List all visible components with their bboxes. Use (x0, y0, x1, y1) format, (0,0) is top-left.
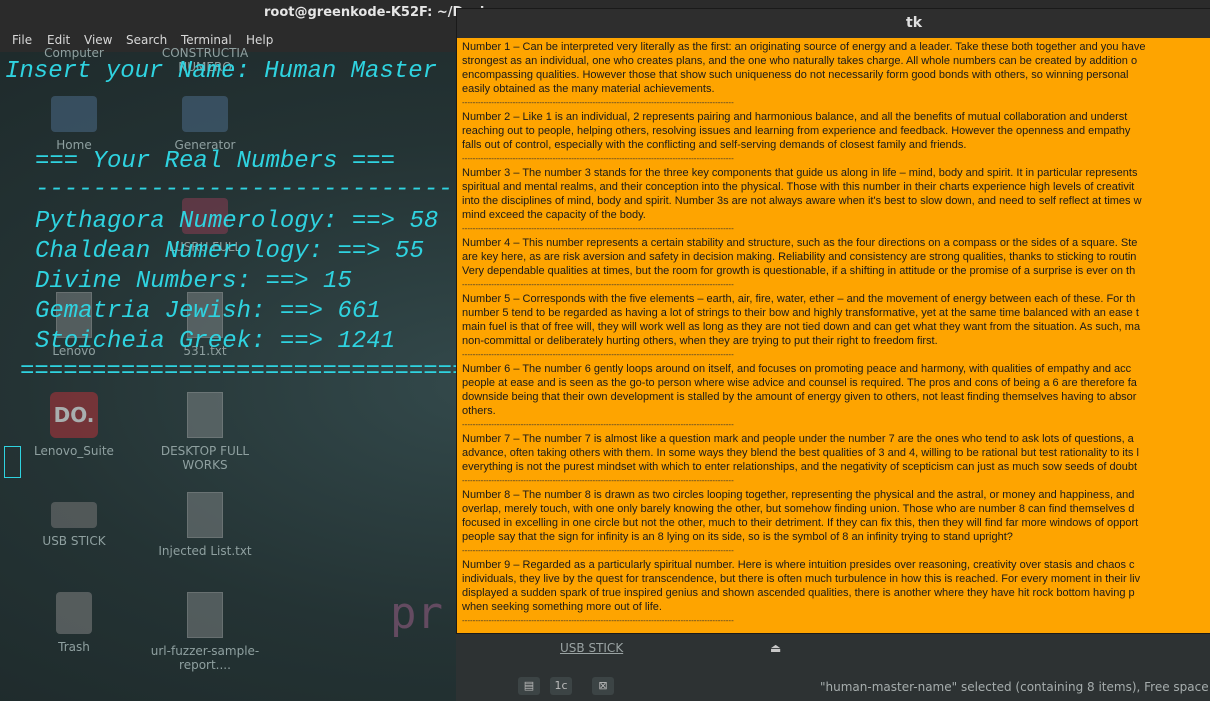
paragraph-line: strongest as an individual, one who crea… (462, 55, 1138, 67)
tk-text-area: Number 1 – Can be interpreted very liter… (462, 40, 1210, 628)
separator-line: ----------------------------------------… (462, 154, 734, 163)
menu-help[interactable]: Help (246, 33, 273, 47)
results-divider: ----------------------------- (35, 176, 453, 203)
paragraph-line: Very dependable qualities at times, but … (462, 265, 1136, 277)
separator-line: ----------------------------------------… (462, 420, 734, 429)
menu-view[interactable]: View (84, 33, 112, 47)
paragraph-line: advance, often taking others with them. … (462, 447, 1139, 459)
paragraph-line: Number 3 – The number 3 stands for the t… (462, 167, 1138, 179)
paragraph-line: Number 5 – Corresponds with the five ele… (462, 293, 1136, 305)
number-3-paragraph: Number 3 – The number 3 stands for the t… (462, 166, 1210, 236)
number-5-paragraph: Number 5 – Corresponds with the five ele… (462, 292, 1210, 362)
paragraph-line: Number 8 – The number 8 is drawn as two … (462, 489, 1135, 501)
paragraph-line: are key here, as are risk aversion and s… (462, 251, 1137, 263)
number-9-paragraph: Number 9 – Regarded as a particularly sp… (462, 558, 1210, 628)
paragraph-line: mind exceed the capacity of the body. (462, 209, 646, 221)
prompt-line: Insert your Name: Human Master (5, 58, 438, 85)
separator-line: ----------------------------------------… (462, 350, 734, 359)
places-button[interactable]: ▤ (518, 677, 540, 695)
paragraph-line: non-committal or deliberately hurting ot… (462, 335, 938, 347)
paragraph-line: others. (462, 405, 496, 417)
separator-line: ----------------------------------------… (462, 224, 734, 233)
separator-line: ----------------------------------------… (462, 98, 734, 107)
result-divine: Divine Numbers: ==> 15 (35, 268, 352, 295)
paragraph-line: individuals, they live by the quest for … (462, 573, 1141, 585)
number-7-paragraph: Number 7 – The number 7 is almost like a… (462, 432, 1210, 488)
number-4-paragraph: Number 4 – This number represents a cert… (462, 236, 1210, 292)
tk-window: tk Number 1 – Can be interpreted very li… (456, 8, 1210, 634)
number-1-paragraph: Number 1 – Can be interpreted very liter… (462, 40, 1210, 110)
paragraph-line: when seeking something more out of life. (462, 601, 662, 613)
menu-file[interactable]: File (12, 33, 32, 47)
fm-status-bar: "human-master-name" selected (containing… (820, 680, 1210, 694)
paragraph-line: Number 4 – This number represents a cert… (462, 237, 1138, 249)
paragraph-line: overlap, merely touch, with one only bar… (462, 503, 1135, 515)
paragraph-line: people at ease and is seen as the go-to … (462, 377, 1137, 389)
menu-terminal[interactable]: Terminal (181, 33, 232, 47)
paragraph-line: Number 7 – The number 7 is almost like a… (462, 433, 1134, 445)
paragraph-line: Number 9 – Regarded as a particularly sp… (462, 559, 1135, 571)
separator-line: ----------------------------------------… (462, 280, 734, 289)
terminal-title: root@greenkode-K52F: ~/Desi (264, 5, 485, 20)
paragraph-line: number 5 tend to be regarded as having a… (462, 307, 1139, 319)
paragraph-line: falls out of control, especially with th… (462, 139, 967, 151)
result-stoicheia: Stoicheia Greek: ==> 1241 (35, 328, 396, 355)
eject-icon[interactable]: ⏏ (770, 641, 781, 655)
number-8-paragraph: Number 8 – The number 8 is drawn as two … (462, 488, 1210, 558)
separator-line: ----------------------------------------… (462, 476, 734, 485)
paragraph-line: easily obtained as the many material ach… (462, 83, 715, 95)
paragraph-line: everything is not the purest mindset wit… (462, 461, 1138, 473)
paragraph-line: downside being that their own developmen… (462, 391, 1137, 403)
result-pythagora: Pythagora Numerology: ==> 58 (35, 208, 439, 235)
terminal-output[interactable]: Insert your Name: Human Master === Your … (0, 52, 481, 701)
separator-line: ----------------------------------------… (462, 616, 734, 625)
fm-usb-stick-link[interactable]: USB STICK (560, 641, 623, 655)
results-header: === Your Real Numbers === (35, 148, 396, 175)
paragraph-line: Number 1 – Can be interpreted very liter… (462, 41, 1146, 53)
result-gematria: Gematria Jewish: ==> 661 (35, 298, 381, 325)
paragraph-line: spiritual and mental realms, and their c… (462, 181, 1135, 193)
paragraph-line: reaching out to people, helping others, … (462, 125, 1131, 137)
paragraph-line: main fuel is that of free will, they wil… (462, 321, 1141, 333)
tk-titlebar[interactable]: tk (457, 9, 1210, 38)
paragraph-line: focused in excelling in one circle but n… (462, 517, 1139, 529)
tk-title: tk (906, 15, 923, 31)
tree-button[interactable]: 1c (550, 677, 572, 695)
result-chaldean: Chaldean Numerology: ==> 55 (35, 238, 424, 265)
paragraph-line: people say that the sign for infinity is… (462, 531, 1013, 543)
results-footer: ================================ (20, 358, 481, 385)
menu-edit[interactable]: Edit (47, 33, 70, 47)
paragraph-line: displayed a sudden spark of true inspire… (462, 587, 1135, 599)
paragraph-line: into the disciplines of mind, body and s… (462, 195, 1142, 207)
terminal-cursor (4, 446, 21, 478)
number-2-paragraph: Number 2 – Like 1 is an individual, 2 re… (462, 110, 1210, 166)
number-6-paragraph: Number 6 – The number 6 gently loops aro… (462, 362, 1210, 432)
paragraph-line: encompassing qualities. However those th… (462, 69, 1129, 81)
menu-search[interactable]: Search (126, 33, 167, 47)
paragraph-line: Number 2 – Like 1 is an individual, 2 re… (462, 111, 1128, 123)
paragraph-line: Number 6 – The number 6 gently loops aro… (462, 363, 1132, 375)
separator-line: ----------------------------------------… (462, 546, 734, 555)
close-sidebar-button[interactable]: ⊠ (592, 677, 614, 695)
